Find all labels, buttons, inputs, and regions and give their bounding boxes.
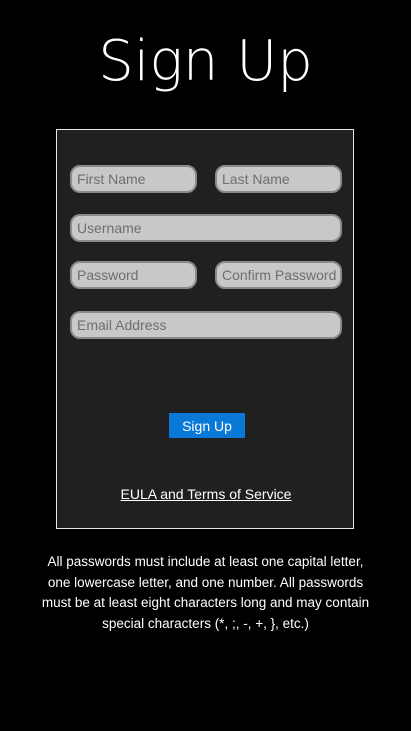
signup-form-panel: Sign Up EULA and Terms of Service: [56, 129, 354, 529]
password-input[interactable]: [70, 261, 197, 289]
confirm-password-input[interactable]: [215, 261, 342, 289]
page-title: Sign Up: [98, 29, 313, 94]
last-name-input[interactable]: [215, 165, 342, 193]
email-input[interactable]: [70, 311, 342, 339]
password-requirements-note: All passwords must include at least one …: [41, 554, 370, 631]
signup-page: Sign Up Sign Up EULA and Terms of Servic…: [0, 0, 411, 731]
sign-up-button[interactable]: Sign Up: [169, 413, 245, 438]
username-input[interactable]: [70, 214, 342, 242]
eula-terms-link[interactable]: EULA and Terms of Service: [57, 486, 355, 502]
first-name-input[interactable]: [70, 165, 197, 193]
